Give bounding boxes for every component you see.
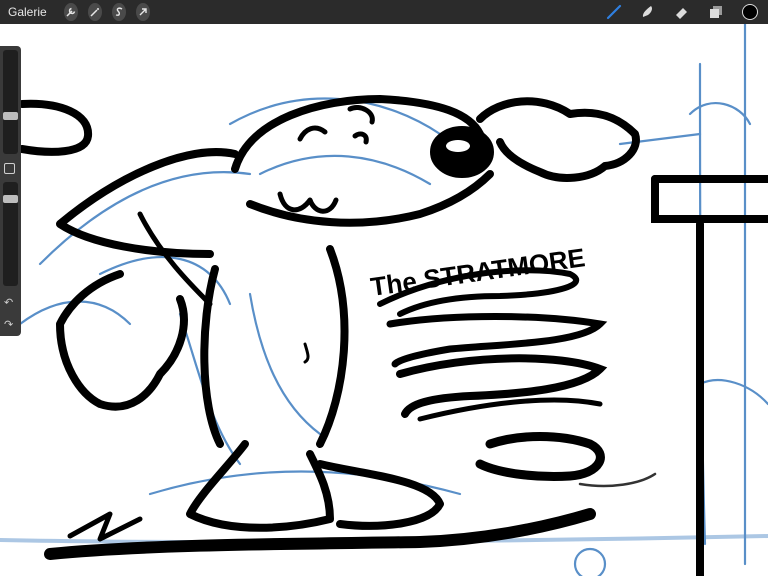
modify-button[interactable] xyxy=(4,163,15,174)
selection-s-icon xyxy=(111,3,126,21)
layers-button[interactable] xyxy=(704,0,728,24)
left-sidebar: ↶ ↷ xyxy=(0,46,21,336)
color-button[interactable] xyxy=(738,0,762,24)
layers-icon xyxy=(710,6,722,18)
brush-size-thumb[interactable] xyxy=(3,112,18,120)
undo-icon[interactable]: ↶ xyxy=(4,296,13,309)
ink-lettering-layer xyxy=(377,267,657,488)
selection-button[interactable] xyxy=(107,0,131,24)
magic-wand-icon xyxy=(87,3,102,21)
transform-button[interactable] xyxy=(131,0,155,24)
drawing-canvas[interactable]: The STRATMORE xyxy=(0,24,768,576)
brush-tool-button[interactable] xyxy=(602,0,626,24)
top-toolbar: Galerie xyxy=(0,0,768,24)
ink-character-layer xyxy=(18,95,640,560)
eraser-tool-button[interactable] xyxy=(670,0,694,24)
smudge-icon xyxy=(642,6,652,17)
adjustments-button[interactable] xyxy=(83,0,107,24)
actions-button[interactable] xyxy=(59,0,83,24)
smudge-tool-button[interactable] xyxy=(636,0,660,24)
brush-icon xyxy=(606,4,622,20)
brush-size-slider[interactable] xyxy=(3,50,18,154)
ink-desk-layer xyxy=(651,175,768,576)
transform-arrow-icon xyxy=(135,3,150,21)
gallery-button[interactable]: Galerie xyxy=(8,5,47,19)
eraser-icon xyxy=(676,8,687,19)
opacity-thumb[interactable] xyxy=(3,195,18,203)
color-swatch xyxy=(742,4,758,20)
wrench-icon xyxy=(63,3,78,21)
redo-icon[interactable]: ↷ xyxy=(4,318,13,331)
